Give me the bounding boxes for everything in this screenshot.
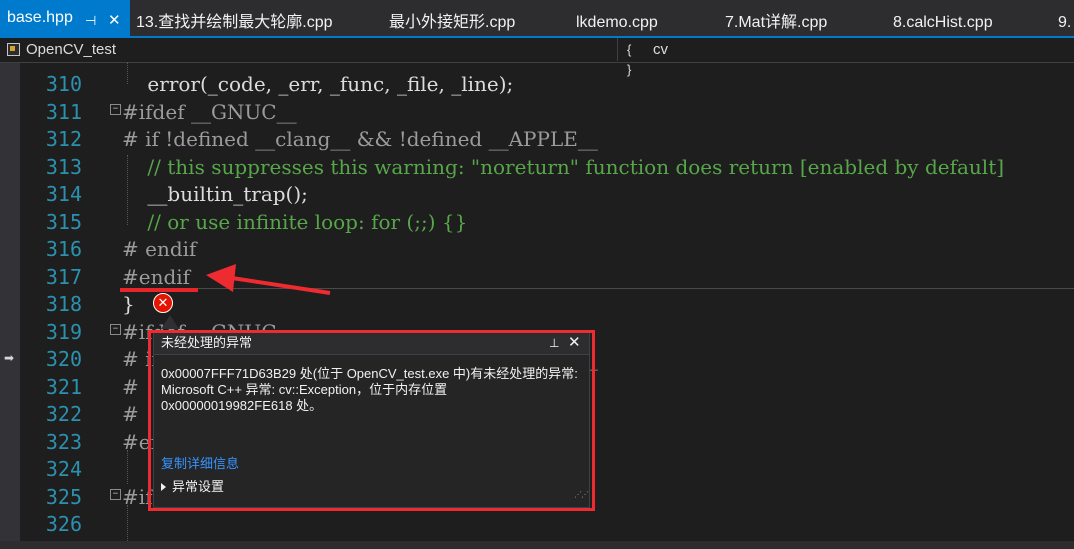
exception-error-icon: ✕ [153,293,173,313]
annotation-highlight-box [148,330,595,511]
status-strip [0,541,1074,549]
popup-callout-pointer [161,315,179,329]
